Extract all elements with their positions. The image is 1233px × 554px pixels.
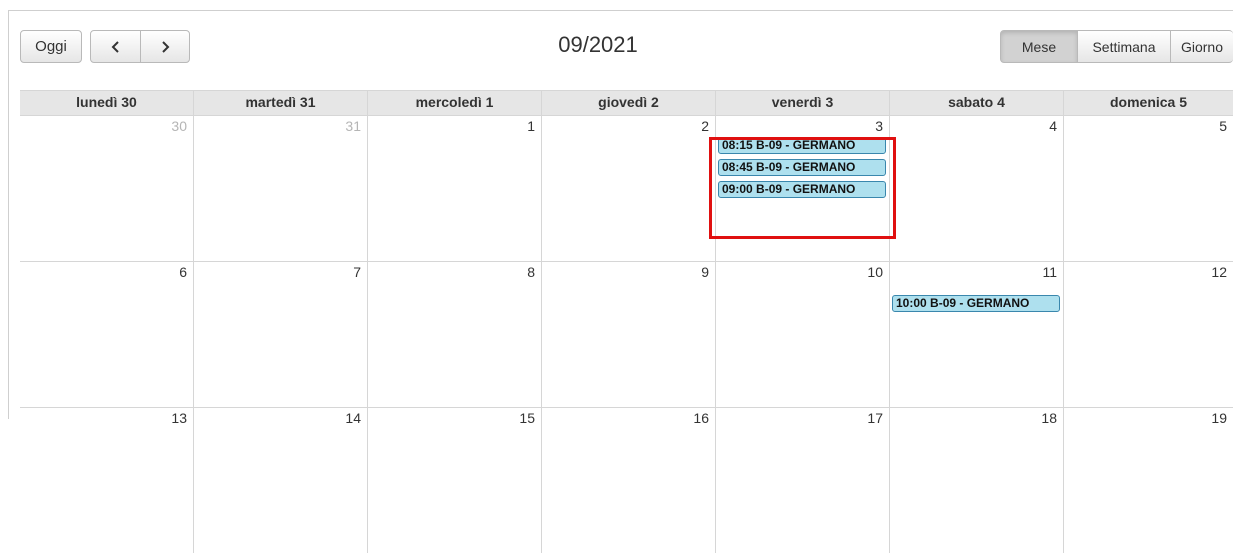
- day-number: 12: [1211, 264, 1227, 280]
- day-cell[interactable]: 31: [194, 116, 368, 261]
- weekday-header: mercoledì 1: [368, 91, 542, 115]
- day-cell[interactable]: 7: [194, 262, 368, 407]
- weekday-header: giovedì 2: [542, 91, 716, 115]
- day-cell[interactable]: 18: [890, 408, 1064, 553]
- week-row: 6 7 8 9 10 11 10:00 B-09 - GERMANO 12: [20, 262, 1233, 408]
- weekday-header: martedì 31: [194, 91, 368, 115]
- day-cell[interactable]: 4: [890, 116, 1064, 261]
- weekday-header: sabato 4: [890, 91, 1064, 115]
- day-cell[interactable]: 11 10:00 B-09 - GERMANO: [890, 262, 1064, 407]
- day-number: 17: [867, 410, 883, 426]
- day-number: 9: [701, 264, 709, 280]
- view-day-button[interactable]: Giorno: [1170, 30, 1233, 63]
- day-cell[interactable]: 1: [368, 116, 542, 261]
- day-cell[interactable]: 15: [368, 408, 542, 553]
- day-cell[interactable]: 3 08:15 B-09 - GERMANO 08:45 B-09 - GERM…: [716, 116, 890, 261]
- view-week-button[interactable]: Settimana: [1077, 30, 1171, 63]
- weekday-header: venerdì 3: [716, 91, 890, 115]
- day-cell[interactable]: 10: [716, 262, 890, 407]
- day-cell[interactable]: 6: [20, 262, 194, 407]
- day-cell[interactable]: 13: [20, 408, 194, 553]
- day-number: 31: [345, 118, 361, 134]
- calendar-event[interactable]: 08:45 B-09 - GERMANO: [718, 159, 886, 176]
- day-number: 5: [1219, 118, 1227, 134]
- day-number: 16: [693, 410, 709, 426]
- day-cell[interactable]: 12: [1064, 262, 1233, 407]
- day-cell[interactable]: 9: [542, 262, 716, 407]
- day-number: 8: [527, 264, 535, 280]
- day-number: 11: [1042, 264, 1057, 280]
- day-number: 6: [179, 264, 187, 280]
- day-number: 19: [1211, 410, 1227, 426]
- day-number: 3: [875, 118, 883, 134]
- day-number: 2: [701, 118, 709, 134]
- day-cell[interactable]: 30: [20, 116, 194, 261]
- month-grid: lunedì 30 martedì 31 mercoledì 1 giovedì…: [20, 90, 1233, 553]
- view-month-button[interactable]: Mese: [1000, 30, 1078, 63]
- day-number: 18: [1041, 410, 1057, 426]
- day-number: 14: [345, 410, 361, 426]
- day-cell[interactable]: 14: [194, 408, 368, 553]
- day-number: 30: [171, 118, 187, 134]
- day-number: 1: [527, 118, 535, 134]
- day-number: 15: [519, 410, 535, 426]
- day-cell[interactable]: 16: [542, 408, 716, 553]
- view-switcher: Mese Settimana Giorno: [1000, 30, 1233, 63]
- day-cell[interactable]: 5: [1064, 116, 1233, 261]
- weekday-header: domenica 5: [1109, 94, 1188, 110]
- weekday-header: lunedì 30: [20, 91, 194, 115]
- day-number: 10: [867, 264, 883, 280]
- week-row: 30 31 1 2 3 08:15 B-09 - GERMANO 08:45 B…: [20, 116, 1233, 262]
- day-cell[interactable]: 2: [542, 116, 716, 261]
- calendar-event[interactable]: 10:00 B-09 - GERMANO: [892, 295, 1060, 312]
- day-cell[interactable]: 17: [716, 408, 890, 553]
- day-number: 7: [353, 264, 361, 280]
- day-number: 13: [171, 410, 187, 426]
- day-cell[interactable]: 19: [1064, 408, 1233, 553]
- calendar-event[interactable]: 08:15 B-09 - GERMANO: [718, 137, 886, 154]
- day-number: 4: [1049, 118, 1057, 134]
- calendar-event[interactable]: 09:00 B-09 - GERMANO: [718, 181, 886, 198]
- calendar-toolbar: Oggi 09/2021 Mese Settimana Giorno: [13, 28, 1233, 66]
- week-row: 13 14 15 16 17 18 19: [20, 408, 1233, 554]
- day-cell[interactable]: 8: [368, 262, 542, 407]
- weekday-header-row: lunedì 30 martedì 31 mercoledì 1 giovedì…: [20, 90, 1233, 116]
